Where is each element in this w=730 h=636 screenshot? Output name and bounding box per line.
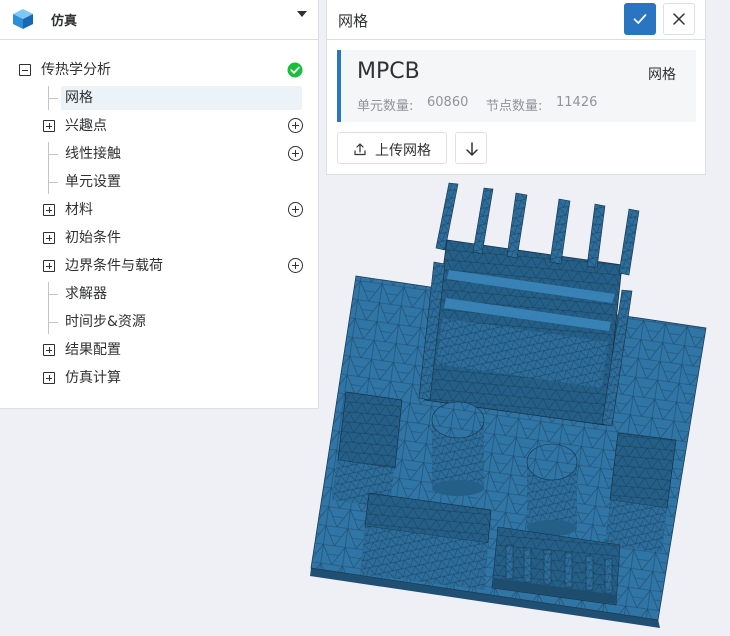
component-left-top [337, 391, 403, 469]
tree-item-label: 结果配置 [65, 342, 121, 358]
node-count-label: 节点数量: [486, 99, 543, 114]
app-logo-icon [13, 9, 33, 29]
confirm-button[interactable] [624, 3, 656, 35]
download-icon [466, 142, 478, 156]
upload-mesh-label: 上传网格 [375, 143, 431, 159]
expand-icon[interactable] [43, 232, 55, 244]
expand-icon[interactable] [43, 372, 55, 384]
tree-item-element-settings[interactable]: 单元设置 [0, 170, 318, 194]
upload-mesh-button[interactable]: 上传网格 [337, 132, 447, 164]
model-tree-panel: 仿真 传热学分析 网格 兴趣点 线性接触 单元设置 材料 初始条件 边界条件与载… [0, 0, 319, 409]
download-button[interactable] [455, 132, 487, 164]
upload-icon [354, 143, 366, 156]
tree-item-initial-conditions[interactable]: 初始条件 [0, 226, 318, 250]
selection-highlight [61, 86, 302, 110]
tree-item-points-of-interest[interactable]: 兴趣点 [0, 114, 318, 138]
tree-item-label: 仿真计算 [65, 370, 121, 386]
tree-item-simulation-run[interactable]: 仿真计算 [0, 366, 318, 390]
add-circle-icon[interactable] [288, 258, 303, 273]
tree-item-label: 材料 [65, 202, 93, 218]
element-count-label: 单元数量: [357, 99, 414, 114]
add-circle-icon[interactable] [288, 202, 303, 217]
tree-item-label: 网格 [65, 90, 93, 106]
tree-item-materials[interactable]: 材料 [0, 198, 318, 222]
mesh-panel: 网格 MPCB 网格 单元数量: 60860 节点数量: 11426 上传网格 [326, 0, 706, 175]
mesh-panel-title: 网格 [338, 12, 369, 30]
expand-icon[interactable] [43, 204, 55, 216]
close-button[interactable] [663, 3, 695, 35]
mesh-name: MPCB [357, 59, 420, 84]
close-icon [673, 13, 685, 25]
add-circle-icon[interactable] [288, 146, 303, 161]
capacitor-right [526, 443, 578, 536]
tree-item-time-step-resources[interactable]: 时间步&资源 [0, 310, 318, 334]
tree-item-label: 单元设置 [65, 174, 121, 190]
tree-item-label: 边界条件与载荷 [65, 258, 163, 274]
tree-root-label: 传热学分析 [41, 62, 111, 78]
tree-item-label: 求解器 [65, 286, 107, 302]
check-icon [633, 14, 647, 24]
add-circle-icon[interactable] [288, 118, 303, 133]
mesh-item-card[interactable]: MPCB 网格 单元数量: 60860 节点数量: 11426 [337, 50, 696, 122]
mesh-panel-header: 网格 [327, 0, 705, 40]
caret-down-icon[interactable] [297, 11, 307, 17]
tree-item-result-config[interactable]: 结果配置 [0, 338, 318, 362]
tree-item-boundary-conditions[interactable]: 边界条件与载荷 [0, 254, 318, 278]
pcb-mesh-model [310, 182, 707, 628]
tree-item-label: 时间步&资源 [65, 314, 146, 330]
app-title: 仿真 [51, 14, 78, 29]
success-check-icon [287, 62, 303, 78]
expand-icon[interactable] [43, 120, 55, 132]
element-count-value: 60860 [427, 95, 469, 110]
tree-item-mesh[interactable]: 网格 [0, 86, 318, 110]
component-right [609, 432, 677, 509]
expand-icon[interactable] [43, 260, 55, 272]
tree-item-solver[interactable]: 求解器 [0, 282, 318, 306]
node-count-value: 11426 [556, 95, 598, 110]
tree-item-label: 线性接触 [65, 146, 121, 162]
expand-icon[interactable] [43, 344, 55, 356]
mesh-type-label: 网格 [648, 67, 676, 83]
capacitor-left [431, 401, 485, 496]
tree-item-label: 初始条件 [65, 230, 121, 246]
panel-header: 仿真 [0, 0, 318, 40]
tree-item-linear-contact[interactable]: 线性接触 [0, 142, 318, 166]
collapse-icon[interactable] [19, 64, 31, 76]
tree-item-label: 兴趣点 [65, 118, 107, 134]
tree-root-heat-transfer[interactable]: 传热学分析 [0, 58, 318, 82]
